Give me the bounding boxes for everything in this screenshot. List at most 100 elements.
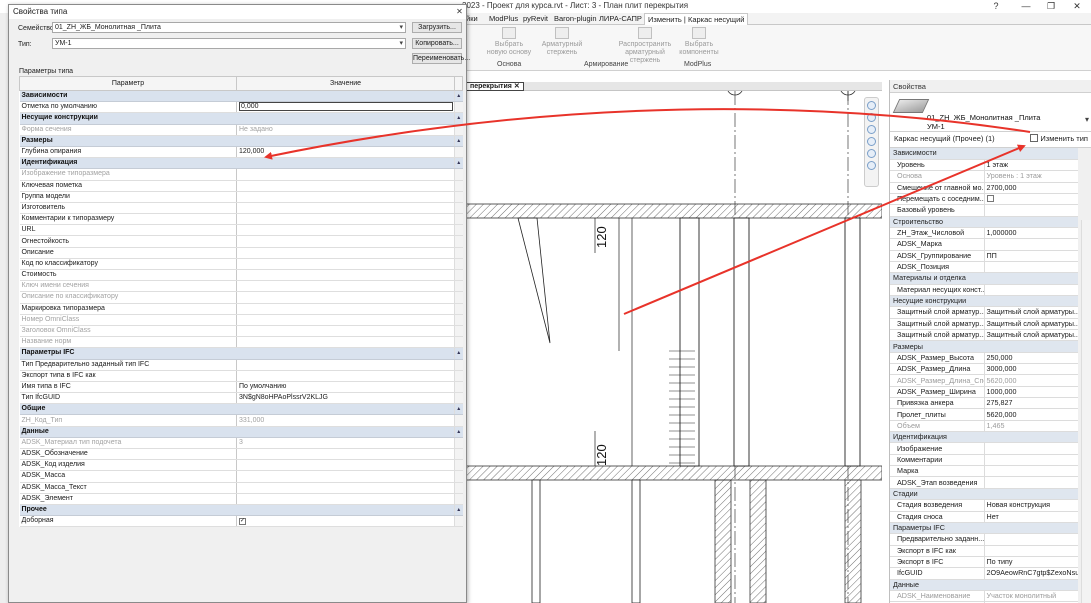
collapse-icon[interactable]: ▴ (454, 90, 463, 103)
collapse-icon[interactable]: ▴ (454, 135, 463, 147)
prop-value-cell[interactable] (983, 454, 1078, 467)
param-row[interactable]: ADSK_Элемент (19, 493, 463, 505)
prop-value-cell[interactable] (983, 545, 1078, 557)
prop-value-cell[interactable]: 1 этаж (983, 159, 1078, 172)
prop-row[interactable]: Базовый уровень (890, 204, 1078, 217)
param-row[interactable]: Комментарии к типоразмеру (19, 213, 463, 226)
param-value-cell[interactable]: 120,000 (236, 146, 455, 159)
prop-row[interactable]: Марка (890, 465, 1078, 478)
param-value-cell[interactable]: 3 (236, 437, 455, 450)
prop-row[interactable]: Основа Уровень : 1 этаж (890, 170, 1078, 183)
param-row[interactable]: Изготовитель (19, 202, 463, 215)
param-value-cell[interactable] (236, 180, 455, 192)
param-row[interactable]: Отметка по умолчанию 0,000 (19, 101, 463, 114)
prop-value-cell[interactable] (983, 261, 1078, 274)
prop-value-cell[interactable]: 5620,000 (983, 374, 1078, 387)
param-row[interactable]: Ключевая пометка (19, 180, 463, 192)
prop-group-header[interactable]: Несущие конструкции (890, 295, 1078, 308)
prop-row[interactable]: Смещение от главной мо... 2700,000 (890, 182, 1078, 194)
prop-group-header[interactable]: Размеры (890, 340, 1078, 353)
param-value-cell[interactable] (236, 202, 455, 215)
prop-group-header[interactable]: Строительство (890, 216, 1078, 228)
param-row[interactable]: Тип Предварительно заданный тип IFC (19, 359, 463, 371)
collapse-icon[interactable]: ▴ (454, 504, 463, 517)
prop-row[interactable]: Перемещать с соседним... (890, 193, 1078, 206)
rename-button[interactable]: Переименовать... (412, 53, 470, 64)
checkbox-icon[interactable]: ✓ (239, 518, 246, 526)
param-value-cell[interactable] (236, 213, 455, 226)
close-window-button[interactable]: ✕ (1066, 0, 1088, 13)
param-value-cell[interactable] (236, 482, 455, 494)
param-row[interactable]: Тип IfcGUID 3N$gN8oHPAoPlssrV2KLJG (19, 392, 463, 405)
prop-row[interactable]: Комментарии (890, 454, 1078, 467)
param-row[interactable]: Номер OmniClass (19, 314, 463, 326)
prop-row[interactable]: ADSK_Размер_Длина_Спец 5620,000 (890, 374, 1078, 387)
drawing-area[interactable]: 120 120 (462, 91, 882, 603)
prop-value-cell[interactable] (983, 204, 1078, 217)
prop-group-header[interactable]: Параметры IFC (890, 522, 1078, 535)
param-row[interactable]: Изображение типоразмера (19, 168, 463, 181)
param-group-header[interactable]: Параметры IFC ▴ (19, 347, 463, 360)
prop-row[interactable]: Изображение (890, 442, 1078, 455)
param-value-cell[interactable]: 0,000 (236, 101, 455, 114)
param-row[interactable]: Стоимость (19, 269, 463, 282)
zoom-region-icon[interactable] (867, 113, 876, 122)
prop-group-header[interactable]: Данные (890, 579, 1078, 591)
zoom-in-icon[interactable] (867, 137, 876, 146)
prop-value-cell[interactable]: 5620,000 (983, 408, 1078, 421)
prop-value-cell[interactable]: 1,000000 (983, 227, 1078, 240)
prop-row[interactable]: Пролет_плиты 5620,000 (890, 408, 1078, 421)
help-button[interactable]: ? (985, 0, 1007, 13)
prop-row[interactable]: ADSK_Марка (890, 238, 1078, 251)
param-row[interactable]: Код по классификатору (19, 258, 463, 271)
prop-row[interactable]: ADSK_Размер_Ширина 1000,000 (890, 386, 1078, 399)
prop-row[interactable]: Предварительно заданн... (890, 533, 1078, 546)
param-group-header[interactable]: Общие ▴ (19, 403, 463, 416)
prop-row[interactable]: Защитный слой арматур... Защитный слой ар… (890, 306, 1078, 319)
prop-row[interactable]: Защитный слой арматур... Защитный слой ар… (890, 329, 1078, 342)
param-value-cell[interactable] (236, 258, 455, 271)
prop-row[interactable]: Экспорт в IFC как (890, 545, 1078, 557)
param-value-input[interactable]: 0,000 (239, 102, 453, 112)
param-group-header[interactable]: Идентификация ▴ (19, 157, 463, 170)
param-row[interactable]: Огнестойкость (19, 235, 463, 248)
prop-value-cell[interactable] (983, 193, 1078, 206)
checkbox-icon[interactable] (986, 195, 994, 203)
param-value-cell[interactable] (236, 235, 455, 248)
collapse-icon[interactable]: ▴ (454, 426, 463, 438)
param-row[interactable]: ADSK_Обозначение (19, 448, 463, 461)
prop-row[interactable]: IfcGUID 2O9AeowRnC7gtp$ZexoNsu (890, 567, 1078, 580)
instance-filter[interactable]: Каркас несущий (Прочее) (1) Изменить тип (890, 132, 1091, 148)
param-row[interactable]: Описание по классификатору (19, 291, 463, 304)
prop-value-cell[interactable] (983, 442, 1078, 455)
zoom-out-icon[interactable] (867, 149, 876, 158)
properties-scrollbar[interactable] (1081, 220, 1091, 603)
chevron-down-icon[interactable]: ▾ (1085, 115, 1089, 124)
distribute-rebar-button[interactable]: Распространить арматурный стержень (612, 27, 678, 65)
prop-row[interactable]: ADSK_Этап возведения (890, 476, 1078, 489)
param-row[interactable]: URL (19, 224, 463, 237)
param-value-cell[interactable] (236, 314, 455, 326)
param-row[interactable]: Экспорт типа в IFC как (19, 370, 463, 382)
prop-value-cell[interactable]: 250,000 (983, 352, 1078, 365)
param-group-header[interactable]: Прочее ▴ (19, 504, 463, 517)
prop-value-cell[interactable]: Новая конструкция (983, 499, 1078, 512)
prop-row[interactable]: Стадия сноса Нет (890, 511, 1078, 523)
param-row[interactable]: ADSK_Материал тип подочета 3 (19, 437, 463, 450)
param-value-cell[interactable] (236, 493, 455, 505)
pick-host-button[interactable]: Выбрать новую основу (484, 27, 534, 57)
param-row[interactable]: ADSK_Масса (19, 470, 463, 483)
load-button[interactable]: Загрузить... (412, 22, 462, 33)
prop-group-header[interactable]: Стадии (890, 488, 1078, 501)
prop-value-cell[interactable]: 275,827 (983, 397, 1078, 410)
prop-row[interactable]: Экспорт в IFC По типу (890, 556, 1078, 569)
param-row[interactable]: Маркировка типоразмера (19, 303, 463, 315)
param-group-header[interactable]: Зависимости ▴ (19, 90, 463, 103)
param-value-cell[interactable] (236, 459, 455, 472)
collapse-icon[interactable]: ▴ (454, 403, 463, 416)
param-row[interactable]: Название норм (19, 336, 463, 349)
prop-row[interactable]: ADSK_Размер_Высота 250,000 (890, 352, 1078, 365)
prop-row[interactable]: Объем 1,465 (890, 420, 1078, 433)
zoom-icon[interactable] (867, 101, 876, 110)
family-select[interactable]: 01_ZH_ЖБ_Монолитная _Плита ▾ (52, 22, 406, 33)
